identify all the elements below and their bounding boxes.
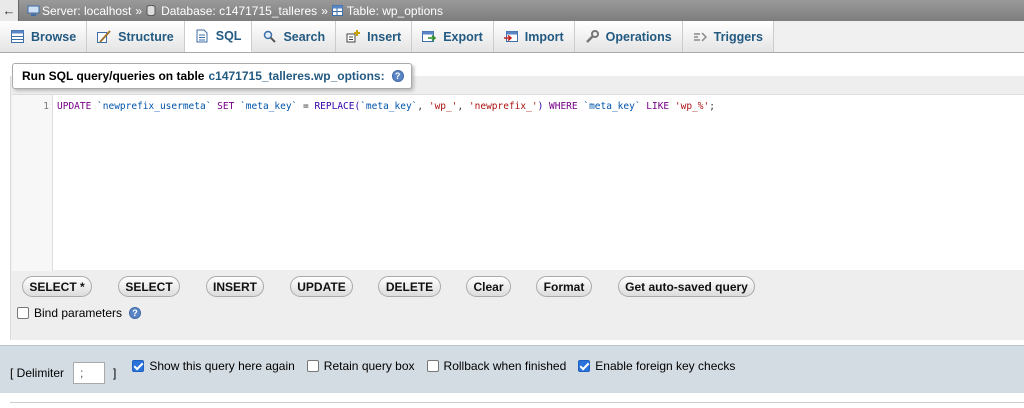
tab-export[interactable]: Export: [412, 21, 494, 52]
insert-icon: [346, 30, 361, 44]
select-star-button[interactable]: SELECT *: [22, 276, 92, 297]
tab-bar: Browse Structure SQL Search Insert Expor…: [0, 21, 1024, 53]
editor-gutter: 1: [12, 95, 53, 271]
delimiter-input[interactable]: ;: [73, 361, 106, 384]
help-icon[interactable]: ?: [129, 307, 142, 319]
sql-editor[interactable]: 1 UPDATE `newprefix_usermeta` SET `meta_…: [12, 94, 1024, 271]
tab-triggers[interactable]: Triggers: [682, 21, 774, 52]
sql-identifier: `meta_key`: [360, 101, 418, 112]
sql-operator: ,: [417, 101, 429, 112]
back-arrow-icon[interactable]: ←: [0, 0, 19, 21]
sql-identifier: `newprefix_usermeta`: [91, 101, 218, 112]
sql-operator: ;: [709, 101, 715, 112]
update-button[interactable]: UPDATE: [290, 276, 353, 297]
retain-query-box-label[interactable]: Retain query box: [324, 359, 415, 373]
bind-parameters-row: Bind parameters ?: [17, 306, 142, 320]
sql-operator: =: [302, 101, 315, 112]
foreign-key-checks-option[interactable]: Enable foreign key checks: [578, 359, 735, 373]
bind-parameters-checkbox[interactable]: [17, 307, 29, 319]
foreign-key-checks-checkbox[interactable]: [578, 359, 591, 372]
rollback-label[interactable]: Rollback when finished: [444, 359, 567, 373]
sql-keyword: LIKE: [646, 101, 670, 112]
breadcrumb-database[interactable]: Database: c1471715_talleres: [146, 4, 317, 18]
search-icon: [262, 30, 276, 44]
delimiter-label-open: [ Delimiter: [10, 365, 65, 380]
tab-sql-label: SQL: [215, 29, 242, 43]
sql-keyword: SET: [217, 101, 235, 112]
export-icon: [422, 30, 437, 44]
query-options-bar: [ Delimiter ; ] Show this query here aga…: [0, 345, 1024, 393]
import-icon: [503, 30, 518, 44]
show-query-checkbox[interactable]: [132, 359, 145, 372]
sql-keyword: UPDATE: [57, 101, 92, 112]
sql-operator: ,: [457, 101, 469, 112]
sql-function: REPLACE(: [314, 101, 361, 112]
breadcrumb-server[interactable]: Server: localhost: [27, 4, 131, 18]
sql-keyword: WHERE: [549, 101, 578, 112]
sql-query-legend: Run SQL query/queries on table c1471715_…: [12, 63, 412, 89]
legend-table-name[interactable]: c1471715_talleres.wp_options:: [208, 69, 384, 83]
sql-string: 'newprefix_': [468, 101, 538, 112]
sql-string: 'wp_%': [669, 101, 710, 112]
rollback-checkbox[interactable]: [426, 359, 439, 372]
breadcrumb-database-label: Database: c1471715_talleres: [161, 3, 318, 18]
delimiter-label-close: ]: [113, 365, 117, 380]
bind-parameters-label[interactable]: Bind parameters: [34, 306, 122, 320]
breadcrumb-separator: »: [135, 3, 143, 18]
foreign-key-checks-label[interactable]: Enable foreign key checks: [595, 359, 735, 373]
get-auto-saved-query-button[interactable]: Get auto-saved query: [618, 276, 755, 297]
tab-import[interactable]: Import: [493, 21, 575, 52]
tab-browse-label: Browse: [31, 29, 77, 44]
insert-button[interactable]: INSERT: [206, 276, 264, 297]
help-icon[interactable]: ?: [391, 70, 404, 82]
tab-operations-label: Operations: [605, 29, 672, 44]
breadcrumb-separator: »: [321, 3, 328, 18]
tab-structure[interactable]: Structure: [87, 21, 185, 52]
wrench-icon: [585, 29, 599, 44]
tab-search-label: Search: [283, 29, 326, 44]
tab-browse[interactable]: Browse: [0, 21, 88, 52]
retain-query-box-option[interactable]: Retain query box: [306, 359, 415, 373]
rollback-option[interactable]: Rollback when finished: [426, 359, 567, 373]
tab-triggers-label: Triggers: [713, 29, 763, 44]
tab-search[interactable]: Search: [252, 21, 337, 52]
retain-query-box-checkbox[interactable]: [306, 359, 319, 372]
delete-button[interactable]: DELETE: [378, 276, 441, 297]
tab-insert-label: Insert: [367, 29, 402, 44]
sql-code-line[interactable]: UPDATE `newprefix_usermeta` SET `meta_ke…: [57, 101, 715, 112]
divider: [10, 402, 1024, 403]
breadcrumb-bar: ← Server: localhost » Database: c1471715…: [0, 0, 1024, 21]
tab-operations[interactable]: Operations: [574, 21, 683, 52]
tab-export-label: Export: [443, 29, 483, 44]
select-button[interactable]: SELECT: [118, 276, 180, 297]
sql-icon: [195, 29, 209, 43]
table-icon: [331, 5, 344, 16]
triggers-icon: [693, 30, 707, 44]
tab-structure-label: Structure: [118, 29, 174, 44]
server-icon: [27, 5, 40, 16]
show-query-option[interactable]: Show this query here again: [132, 359, 295, 373]
database-icon: [146, 4, 158, 17]
show-query-label[interactable]: Show this query here again: [149, 359, 294, 373]
sql-function: ): [537, 101, 550, 112]
clear-button[interactable]: Clear: [466, 276, 511, 297]
sql-identifier: `meta_key`: [234, 101, 303, 112]
sql-identifier: `meta_key`: [577, 101, 647, 112]
line-number: 1: [43, 101, 49, 112]
sql-string: 'wp_': [428, 101, 458, 112]
browse-icon: [10, 30, 24, 44]
legend-prefix: Run SQL query/queries on table: [22, 69, 205, 83]
structure-icon: [97, 30, 111, 44]
breadcrumb-table[interactable]: Table: wp_options: [331, 3, 443, 18]
breadcrumb-table-label: Table: wp_options: [346, 3, 443, 18]
tab-sql[interactable]: SQL: [184, 21, 253, 52]
tab-import-label: Import: [524, 29, 564, 44]
tab-insert[interactable]: Insert: [336, 21, 413, 52]
format-button[interactable]: Format: [536, 276, 592, 297]
breadcrumb-server-label: Server: localhost: [42, 3, 132, 18]
